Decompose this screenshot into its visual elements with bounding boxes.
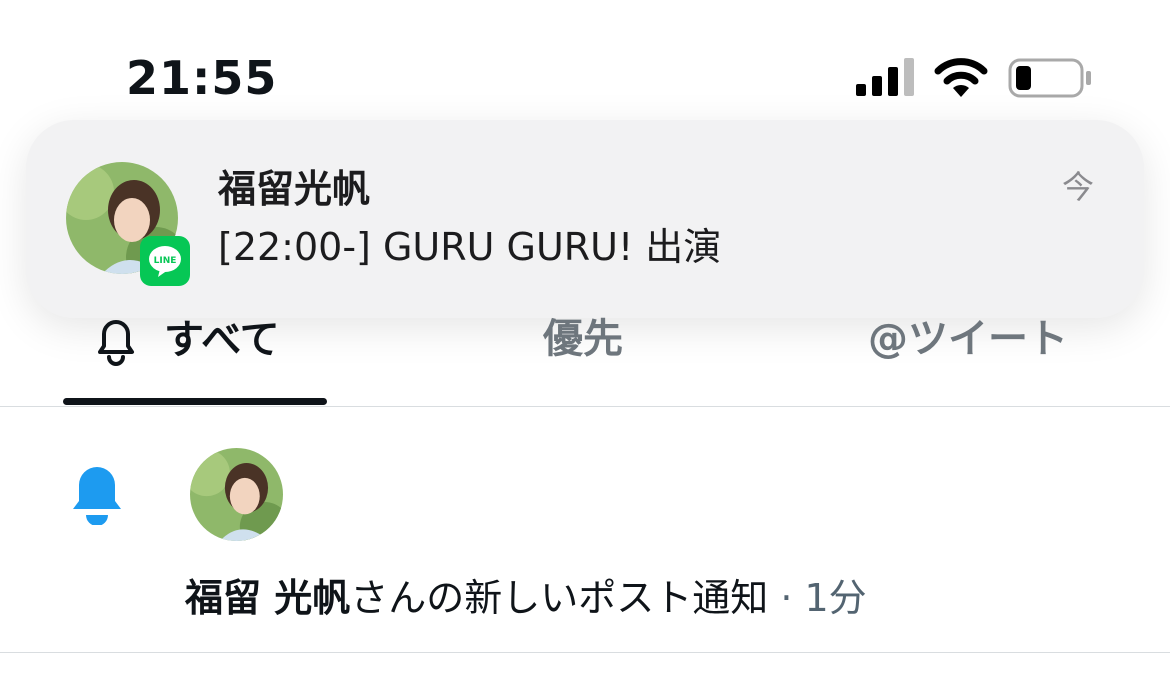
tab-all[interactable]: すべて	[92, 314, 280, 366]
status-bar: 21:55	[0, 0, 1170, 120]
status-time: 21:55	[126, 51, 278, 105]
notification-message: さんの新しいポスト通知	[350, 576, 769, 620]
tab-mentions[interactable]: @ツイート	[868, 314, 1068, 364]
wifi-icon	[934, 58, 988, 97]
separator: ·	[768, 576, 805, 620]
notification-row[interactable]: 福留 光帆さんの新しいポスト通知 · 1分	[0, 407, 1170, 653]
user-name[interactable]: 福留 光帆	[185, 576, 350, 620]
line-icon: LINE	[140, 236, 190, 286]
cellular-signal-icon	[856, 58, 914, 96]
notification-body: [22:00-] GURU GURU! 出演	[218, 225, 722, 269]
bell-outline-icon	[98, 320, 134, 366]
avatar[interactable]	[190, 448, 283, 541]
notification-title: 福留光帆	[218, 167, 371, 211]
notification-timestamp: 1分	[804, 576, 867, 620]
active-tab-indicator	[63, 398, 327, 405]
line-badge-text: LINE	[154, 256, 177, 266]
battery-icon	[1008, 58, 1091, 98]
notification-banner[interactable]: LINE 福留光帆 [22:00-] GURU GURU! 出演 今	[26, 120, 1144, 318]
bell-filled-icon	[73, 467, 121, 525]
tab-priority[interactable]: 優先	[543, 314, 623, 364]
notification-text: 福留 光帆さんの新しいポスト通知 · 1分	[185, 575, 867, 621]
notification-tabs: すべて 優先 @ツイート	[0, 300, 1170, 407]
notification-time: 今	[1061, 168, 1094, 206]
tab-all-label: すべて	[164, 317, 280, 363]
